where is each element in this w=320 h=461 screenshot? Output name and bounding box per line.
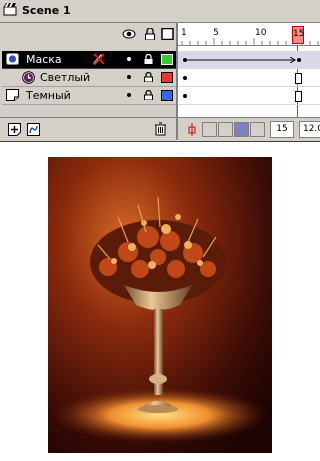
edit-multiple-frames-button[interactable] (234, 122, 249, 137)
layer-row-temny[interactable]: Темный (2, 87, 176, 105)
layer-color-swatch[interactable] (161, 90, 173, 101)
lock-icon[interactable] (143, 28, 157, 40)
layer-color-swatch[interactable] (161, 54, 173, 65)
playhead[interactable]: 15 (292, 26, 304, 44)
modify-onion-markers-button[interactable] (250, 122, 265, 137)
eye-icon[interactable] (122, 28, 136, 40)
tween-arrow (186, 57, 296, 63)
frame-number: 5 (213, 28, 219, 38)
scene-title-bar: Scene 1 (0, 0, 320, 23)
timeline-status-bar: 15 12.0 (178, 117, 320, 141)
lock-icon[interactable] (144, 54, 153, 64)
layer-row-maska[interactable]: Маска (2, 51, 176, 69)
clapper-icon (3, 3, 17, 16)
frames-panel: 1 5 10 15 15 12. (178, 23, 320, 141)
keyframe[interactable] (183, 76, 187, 80)
end-frame-marker (295, 91, 302, 102)
frame-number: 1 (181, 28, 187, 38)
frame-ruler[interactable]: 1 5 10 15 (178, 23, 320, 46)
frame-row[interactable] (178, 69, 320, 87)
frame-number: 10 (255, 28, 267, 38)
layer-color-swatch[interactable] (161, 72, 173, 83)
pencil-icon (93, 53, 105, 65)
outline-icon[interactable] (161, 28, 175, 40)
mask-layer-icon (6, 53, 19, 65)
keyframe[interactable] (183, 94, 187, 98)
trash-icon[interactable] (154, 122, 167, 136)
layer-name: Светлый (40, 71, 91, 84)
layer-name: Темный (26, 89, 71, 102)
still-life-photo (48, 157, 272, 453)
layer-name: Маска (26, 53, 62, 66)
layer-row-svetly[interactable]: Светлый (2, 69, 176, 87)
visibility-dot[interactable] (127, 93, 131, 97)
layer-toolbar (0, 117, 176, 141)
playhead-frame-number: 15 (293, 29, 305, 39)
onion-skin-outlines-button[interactable] (218, 122, 233, 137)
normal-layer-icon (6, 89, 19, 101)
stage-area[interactable] (0, 141, 320, 461)
onion-skin-button[interactable] (202, 122, 217, 137)
add-guide-layer-icon[interactable] (27, 123, 40, 136)
scene-label: Scene 1 (22, 4, 71, 17)
lock-icon[interactable] (144, 90, 153, 100)
timeline-panel: Маска Светлый Темный 1 5 10 15 15 12. (0, 23, 320, 141)
frame-row[interactable] (178, 87, 320, 105)
current-frame-field[interactable]: 15 (270, 121, 294, 138)
visibility-dot[interactable] (127, 57, 131, 61)
add-layer-icon[interactable] (8, 123, 21, 136)
layer-panel: Маска Светлый Темный (0, 23, 178, 141)
keyframe[interactable] (297, 58, 301, 62)
visibility-dot[interactable] (127, 75, 131, 79)
frame-row[interactable] (178, 51, 320, 69)
lock-icon[interactable] (144, 72, 153, 82)
center-frame-icon[interactable] (187, 123, 197, 136)
masked-layer-icon (22, 71, 35, 84)
end-frame-marker (295, 73, 302, 84)
frame-rate-field[interactable]: 12.0 (299, 121, 320, 138)
